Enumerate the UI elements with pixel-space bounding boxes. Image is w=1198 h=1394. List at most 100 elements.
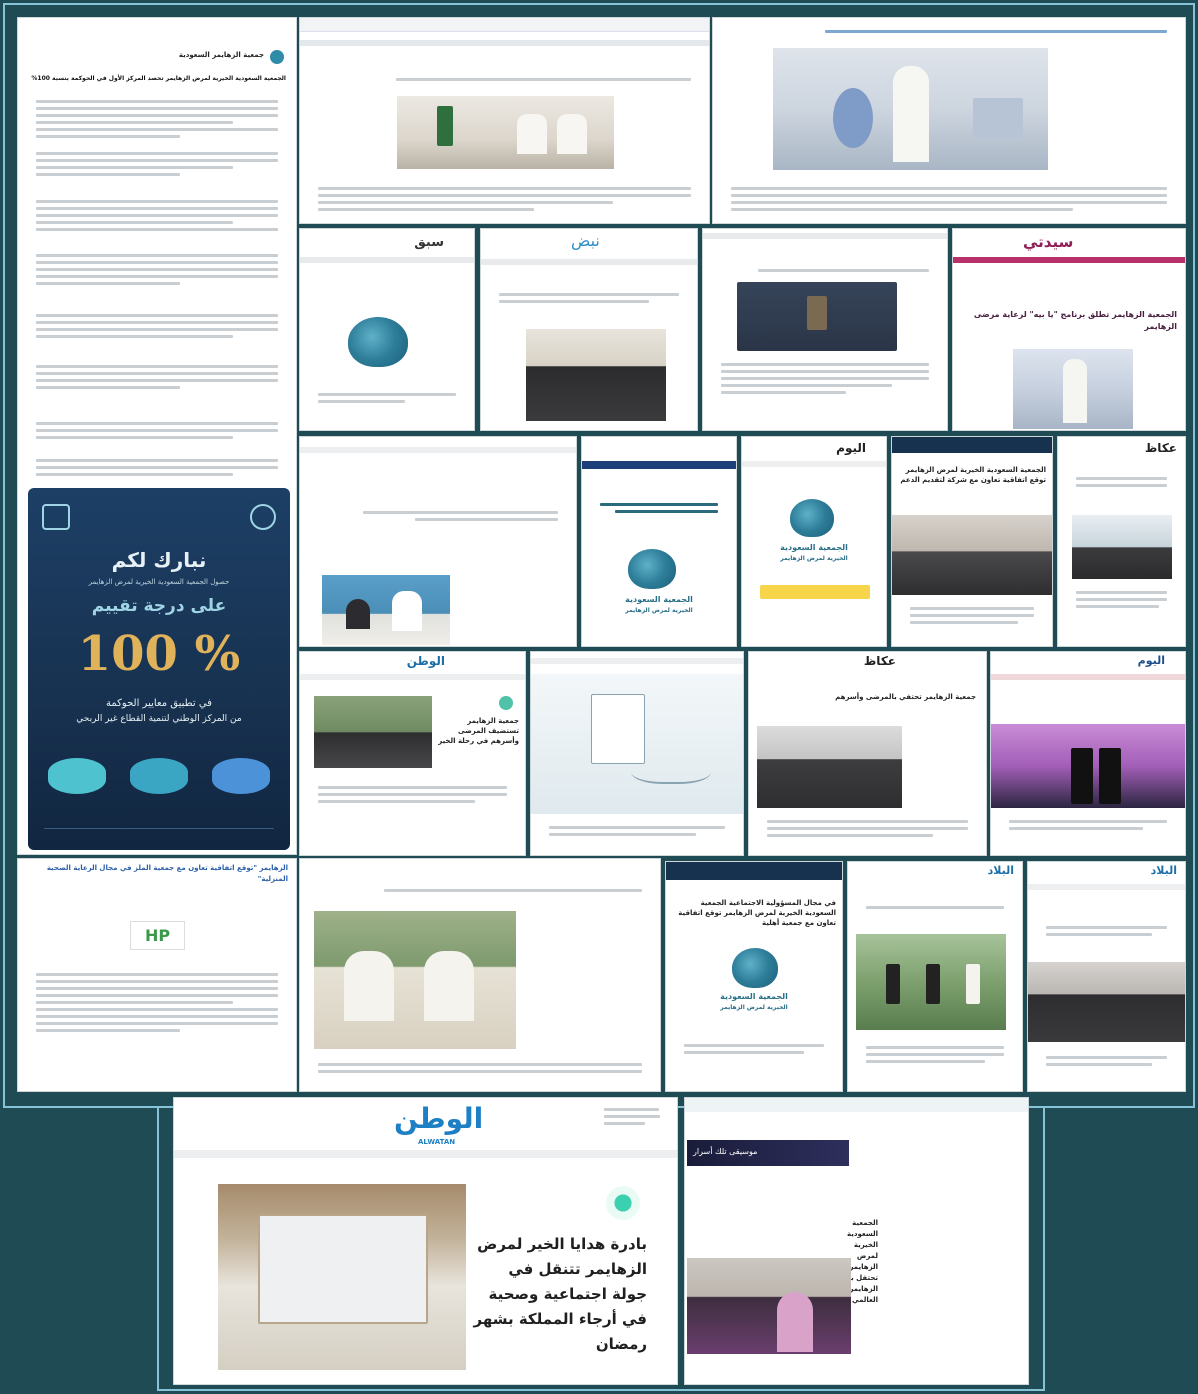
article-albilad-1[interactable]: البلاد <box>847 861 1023 1092</box>
article-alwatan-small[interactable]: الوطن جمعية الزهايمر تستضيف المرضى وأسره… <box>299 651 526 856</box>
brain-label: الجمعية السعودية <box>720 992 788 1001</box>
sabq-headline: الجمعية السعودية الخيرية لمرض الزهايمر ت… <box>900 466 1046 484</box>
okaz-photo <box>1072 515 1172 579</box>
brain-sublabel: الخيرية لمرض الزهايمر <box>720 1004 788 1011</box>
poster-subtitle: حصول الجمعية السعودية الخيرية لمرض الزها… <box>88 578 230 586</box>
brain-logo-icon <box>628 549 676 589</box>
brain-logo-icon <box>732 948 778 988</box>
okaz-logo: سبق <box>414 235 444 250</box>
tweet-headline: الجمعية السعودية الخيرية لمرض الزهايمر ت… <box>31 75 286 82</box>
brain-logo-icon <box>348 317 408 367</box>
brain-logo-icon <box>790 499 834 537</box>
article-alyaum-brain[interactable]: الجمعية السعودية الخيرية لمرض الزهايمر <box>581 436 737 647</box>
alwatan-logo-small: الوطن <box>406 654 445 668</box>
albilad-headline: في مجال المسؤولية الاجتماعية الجمعية الس… <box>678 899 836 927</box>
garden-photo <box>856 934 1006 1030</box>
account-avatar <box>270 50 284 64</box>
achievement-poster: نبارك لكم حصول الجمعية السعودية الخيرية … <box>28 488 290 850</box>
tweet-body-4 <box>26 250 288 289</box>
hp-logo: HP <box>130 921 186 950</box>
alyaum-stage-photo <box>991 724 1185 808</box>
poster-desc-2: من المركز الوطني لتنمية القطاع غير الربح… <box>76 714 242 724</box>
article-alyaum-3[interactable]: اليوم <box>990 651 1186 856</box>
article-okaz-2[interactable]: عكاظ <box>1057 436 1186 647</box>
riyadh-photo <box>322 575 450 645</box>
brain-label: الجمعية السعودية <box>625 595 693 604</box>
yaum-logo: اليوم <box>836 441 866 455</box>
poster-rating-label: على درجة تقييم <box>91 596 227 616</box>
alwatan-exhibition-photo <box>218 1184 466 1370</box>
okaz-logo-3: عكاظ <box>863 654 896 668</box>
okaz-logo-2: عكاظ <box>1144 441 1177 455</box>
tweet-body-8 <box>26 455 288 480</box>
poster-congrats: نبارك لكم <box>111 548 207 572</box>
alwatan-small-headline: جمعية الزهايمر تستضيف المرضى وأسرهم في ر… <box>438 717 519 745</box>
gallery-photo <box>737 282 897 351</box>
stat-pill-2 <box>130 758 188 794</box>
article-sabq-1[interactable] <box>299 17 710 224</box>
stat-pill-1 <box>48 758 106 794</box>
article-signing[interactable] <box>299 858 661 1092</box>
meeting-photo <box>526 329 666 421</box>
alwatan-small-icon <box>499 696 513 710</box>
yaum-logo-2: اليوم <box>1137 654 1165 667</box>
alwatan-big-icon <box>606 1186 640 1220</box>
stat-pill-3 <box>212 758 270 794</box>
brain-sublabel: الخيرية لمرض الزهايمر <box>625 607 693 614</box>
sabq-photo <box>892 515 1052 595</box>
tweet-body-1 <box>26 96 288 142</box>
alwatan-logo-latin: ALWATAN <box>418 1138 456 1146</box>
alwatan-small-photo <box>314 696 432 768</box>
article-okaz-logo[interactable]: سبق <box>299 228 475 431</box>
sayidaty-photo <box>1013 349 1133 429</box>
article-sabq-2[interactable] <box>712 17 1186 224</box>
okaz-headline: جمعية الزهايمر تحتفي بالمرضى وأسرهم <box>835 693 976 701</box>
tweet-body-6 <box>26 361 288 393</box>
media-coverage-collage: { "account": {"name": "جمعية الزهايمر ال… <box>0 0 1198 1394</box>
article-last[interactable]: موسيقى تلك أسرار الجمعية السعودية الخيري… <box>684 1097 1029 1385</box>
alwatan-logo-big: الوطن <box>394 1102 484 1135</box>
okaz-3-photo <box>757 726 902 808</box>
albilad-logo-2: البلاد <box>1150 864 1177 877</box>
albilad-logo: البلاد <box>987 864 1014 877</box>
account-name: جمعية الزهايمر السعودية <box>178 51 264 59</box>
tweet-body-5 <box>26 310 288 342</box>
ad-banner <box>760 585 870 599</box>
handshake-illustration <box>531 674 743 814</box>
article-hp[interactable]: الزهايمر "توقع اتفاقية تعاون مع جمعية ال… <box>17 858 297 1092</box>
poster-footer <box>44 828 274 834</box>
article-sayidaty[interactable]: سيدتي الجمعية الزهايمر تطلق برنامج "يا ب… <box>952 228 1186 431</box>
article-riyadh[interactable] <box>299 436 577 647</box>
article-albilad-brain[interactable]: في مجال المسؤولية الاجتماعية الجمعية الس… <box>665 861 843 1092</box>
tweet-body-2 <box>26 148 288 180</box>
poster-rating-value: 100 % <box>77 626 241 682</box>
article-sabq-3[interactable]: الجمعية السعودية الخيرية لمرض الزهايمر ت… <box>891 436 1053 647</box>
signing-ceremony-photo <box>314 911 516 1049</box>
banner-text: موسيقى تلك أسرار <box>693 1147 758 1156</box>
article-okaz-3[interactable]: عكاظ جمعية الزهايمر تحتفي بالمرضى وأسرهم <box>748 651 987 856</box>
vision-logo-icon <box>42 504 70 530</box>
alwatan-big-headline: بادرة هدايا الخير لمرض الزهايمر تتنقل في… <box>473 1235 647 1353</box>
article-alyaum-2[interactable]: اليوم الجمعية السعودية الخيرية لمرض الزه… <box>741 436 887 647</box>
event-photo <box>773 48 1048 170</box>
signing-photo <box>397 96 614 169</box>
tweet-body-7 <box>26 418 288 443</box>
poster-desc-1: في تطبيق معايير الحوكمة <box>106 698 212 709</box>
article-illustration[interactable] <box>530 651 744 856</box>
org-logo-icon <box>250 504 276 530</box>
albilad-2-photo <box>1028 962 1185 1042</box>
sayidaty-headline: الجمعية الزهايمر تطلق برنامج "يا بيه" لر… <box>973 310 1177 331</box>
banner-ad: موسيقى تلك أسرار <box>687 1140 849 1166</box>
tweet-card[interactable]: جمعية الزهايمر السعودية الجمعية السعودية… <box>17 17 297 855</box>
article-albilad-2[interactable]: البلاد <box>1027 861 1186 1092</box>
hp-headline: الزهايمر "توقع اتفاقية تعاون مع جمعية ال… <box>46 864 288 883</box>
last-photo <box>687 1258 851 1354</box>
brain-label: الجمعية السعودية <box>780 543 848 552</box>
article-generic-1[interactable] <box>702 228 948 431</box>
nabd-logo: نبض <box>571 231 600 250</box>
sayidaty-logo: سيدتي <box>1023 233 1074 251</box>
brain-sublabel: الخيرية لمرض الزهايمر <box>780 555 848 562</box>
article-alwatan-big[interactable]: الوطن ALWATAN بادرة هدايا الخير لمرض الز… <box>173 1097 678 1385</box>
article-nabd[interactable]: نبض <box>480 228 698 431</box>
tweet-body-3 <box>26 196 288 235</box>
